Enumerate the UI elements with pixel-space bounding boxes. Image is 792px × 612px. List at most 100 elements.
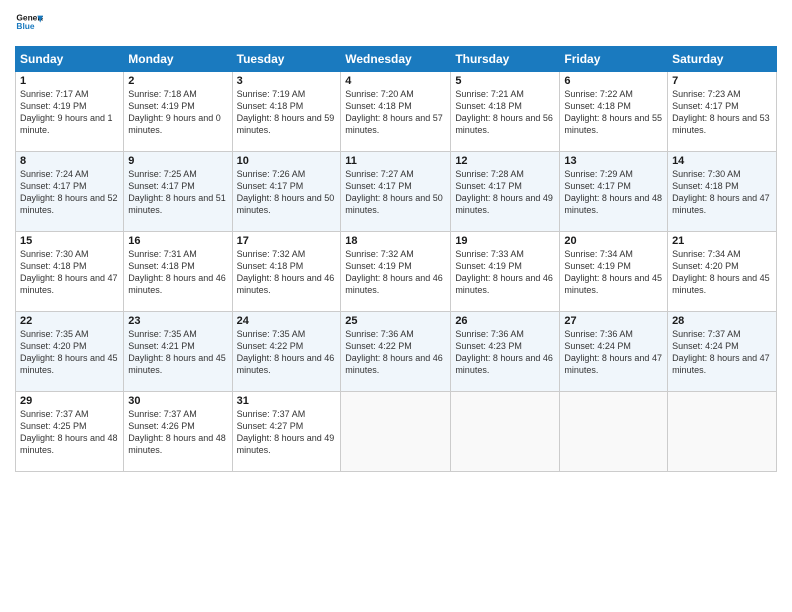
calendar-cell: 29Sunrise: 7:37 AMSunset: 4:25 PMDayligh… (16, 392, 124, 472)
calendar-cell: 28Sunrise: 7:37 AMSunset: 4:24 PMDayligh… (668, 312, 777, 392)
calendar-cell: 22Sunrise: 7:35 AMSunset: 4:20 PMDayligh… (16, 312, 124, 392)
calendar-cell: 25Sunrise: 7:36 AMSunset: 4:22 PMDayligh… (341, 312, 451, 392)
calendar-cell: 21Sunrise: 7:34 AMSunset: 4:20 PMDayligh… (668, 232, 777, 312)
day-number: 7 (672, 75, 772, 87)
day-info: Sunrise: 7:37 AMSunset: 4:26 PMDaylight:… (128, 408, 227, 457)
day-number: 30 (128, 395, 227, 407)
calendar-cell: 30Sunrise: 7:37 AMSunset: 4:26 PMDayligh… (124, 392, 232, 472)
day-info: Sunrise: 7:19 AMSunset: 4:18 PMDaylight:… (237, 88, 337, 137)
day-number: 9 (128, 155, 227, 167)
weekday-header-friday: Friday (560, 47, 668, 72)
day-info: Sunrise: 7:35 AMSunset: 4:21 PMDaylight:… (128, 328, 227, 377)
calendar-cell: 5Sunrise: 7:21 AMSunset: 4:18 PMDaylight… (451, 72, 560, 152)
logo-icon: GeneralBlue (15, 10, 43, 38)
day-number: 8 (20, 155, 119, 167)
weekday-header-monday: Monday (124, 47, 232, 72)
calendar-cell: 9Sunrise: 7:25 AMSunset: 4:17 PMDaylight… (124, 152, 232, 232)
day-info: Sunrise: 7:34 AMSunset: 4:19 PMDaylight:… (564, 248, 663, 297)
day-number: 19 (455, 235, 555, 247)
day-number: 16 (128, 235, 227, 247)
day-number: 2 (128, 75, 227, 87)
day-info: Sunrise: 7:35 AMSunset: 4:20 PMDaylight:… (20, 328, 119, 377)
calendar-week-4: 22Sunrise: 7:35 AMSunset: 4:20 PMDayligh… (16, 312, 777, 392)
day-number: 24 (237, 315, 337, 327)
day-number: 6 (564, 75, 663, 87)
svg-text:Blue: Blue (16, 21, 34, 31)
calendar-cell: 19Sunrise: 7:33 AMSunset: 4:19 PMDayligh… (451, 232, 560, 312)
day-number: 4 (345, 75, 446, 87)
day-number: 5 (455, 75, 555, 87)
day-info: Sunrise: 7:26 AMSunset: 4:17 PMDaylight:… (237, 168, 337, 217)
calendar-cell: 8Sunrise: 7:24 AMSunset: 4:17 PMDaylight… (16, 152, 124, 232)
calendar-cell: 26Sunrise: 7:36 AMSunset: 4:23 PMDayligh… (451, 312, 560, 392)
day-info: Sunrise: 7:31 AMSunset: 4:18 PMDaylight:… (128, 248, 227, 297)
page-container: GeneralBlue SundayMondayTuesdayWednesday… (0, 0, 792, 482)
weekday-header-saturday: Saturday (668, 47, 777, 72)
calendar-cell: 15Sunrise: 7:30 AMSunset: 4:18 PMDayligh… (16, 232, 124, 312)
day-info: Sunrise: 7:36 AMSunset: 4:23 PMDaylight:… (455, 328, 555, 377)
calendar-cell: 16Sunrise: 7:31 AMSunset: 4:18 PMDayligh… (124, 232, 232, 312)
day-info: Sunrise: 7:23 AMSunset: 4:17 PMDaylight:… (672, 88, 772, 137)
day-info: Sunrise: 7:36 AMSunset: 4:22 PMDaylight:… (345, 328, 446, 377)
calendar-cell: 6Sunrise: 7:22 AMSunset: 4:18 PMDaylight… (560, 72, 668, 152)
day-info: Sunrise: 7:27 AMSunset: 4:17 PMDaylight:… (345, 168, 446, 217)
day-number: 12 (455, 155, 555, 167)
day-info: Sunrise: 7:29 AMSunset: 4:17 PMDaylight:… (564, 168, 663, 217)
day-info: Sunrise: 7:37 AMSunset: 4:25 PMDaylight:… (20, 408, 119, 457)
day-info: Sunrise: 7:36 AMSunset: 4:24 PMDaylight:… (564, 328, 663, 377)
header: GeneralBlue (15, 10, 777, 38)
calendar-cell (451, 392, 560, 472)
calendar-week-2: 8Sunrise: 7:24 AMSunset: 4:17 PMDaylight… (16, 152, 777, 232)
day-number: 10 (237, 155, 337, 167)
calendar-cell: 10Sunrise: 7:26 AMSunset: 4:17 PMDayligh… (232, 152, 341, 232)
day-number: 26 (455, 315, 555, 327)
day-info: Sunrise: 7:18 AMSunset: 4:19 PMDaylight:… (128, 88, 227, 137)
day-info: Sunrise: 7:34 AMSunset: 4:20 PMDaylight:… (672, 248, 772, 297)
calendar-cell (560, 392, 668, 472)
calendar-cell: 12Sunrise: 7:28 AMSunset: 4:17 PMDayligh… (451, 152, 560, 232)
calendar-cell: 31Sunrise: 7:37 AMSunset: 4:27 PMDayligh… (232, 392, 341, 472)
day-number: 28 (672, 315, 772, 327)
calendar-cell: 23Sunrise: 7:35 AMSunset: 4:21 PMDayligh… (124, 312, 232, 392)
calendar-cell: 17Sunrise: 7:32 AMSunset: 4:18 PMDayligh… (232, 232, 341, 312)
calendar-cell: 13Sunrise: 7:29 AMSunset: 4:17 PMDayligh… (560, 152, 668, 232)
calendar-week-1: 1Sunrise: 7:17 AMSunset: 4:19 PMDaylight… (16, 72, 777, 152)
day-number: 15 (20, 235, 119, 247)
day-number: 14 (672, 155, 772, 167)
day-info: Sunrise: 7:20 AMSunset: 4:18 PMDaylight:… (345, 88, 446, 137)
day-number: 23 (128, 315, 227, 327)
logo: GeneralBlue (15, 10, 43, 38)
day-info: Sunrise: 7:22 AMSunset: 4:18 PMDaylight:… (564, 88, 663, 137)
calendar-cell: 20Sunrise: 7:34 AMSunset: 4:19 PMDayligh… (560, 232, 668, 312)
day-info: Sunrise: 7:32 AMSunset: 4:19 PMDaylight:… (345, 248, 446, 297)
calendar-week-3: 15Sunrise: 7:30 AMSunset: 4:18 PMDayligh… (16, 232, 777, 312)
day-info: Sunrise: 7:28 AMSunset: 4:17 PMDaylight:… (455, 168, 555, 217)
day-number: 31 (237, 395, 337, 407)
day-info: Sunrise: 7:35 AMSunset: 4:22 PMDaylight:… (237, 328, 337, 377)
calendar-cell (341, 392, 451, 472)
day-info: Sunrise: 7:37 AMSunset: 4:24 PMDaylight:… (672, 328, 772, 377)
day-info: Sunrise: 7:32 AMSunset: 4:18 PMDaylight:… (237, 248, 337, 297)
calendar-cell (668, 392, 777, 472)
weekday-header-row: SundayMondayTuesdayWednesdayThursdayFrid… (16, 47, 777, 72)
calendar-cell: 14Sunrise: 7:30 AMSunset: 4:18 PMDayligh… (668, 152, 777, 232)
day-info: Sunrise: 7:21 AMSunset: 4:18 PMDaylight:… (455, 88, 555, 137)
day-info: Sunrise: 7:24 AMSunset: 4:17 PMDaylight:… (20, 168, 119, 217)
calendar-cell: 11Sunrise: 7:27 AMSunset: 4:17 PMDayligh… (341, 152, 451, 232)
calendar-cell: 2Sunrise: 7:18 AMSunset: 4:19 PMDaylight… (124, 72, 232, 152)
day-number: 29 (20, 395, 119, 407)
weekday-header-sunday: Sunday (16, 47, 124, 72)
day-number: 25 (345, 315, 446, 327)
day-number: 27 (564, 315, 663, 327)
day-info: Sunrise: 7:25 AMSunset: 4:17 PMDaylight:… (128, 168, 227, 217)
day-info: Sunrise: 7:17 AMSunset: 4:19 PMDaylight:… (20, 88, 119, 137)
calendar-cell: 24Sunrise: 7:35 AMSunset: 4:22 PMDayligh… (232, 312, 341, 392)
day-number: 13 (564, 155, 663, 167)
day-number: 20 (564, 235, 663, 247)
calendar-cell: 1Sunrise: 7:17 AMSunset: 4:19 PMDaylight… (16, 72, 124, 152)
calendar-cell: 27Sunrise: 7:36 AMSunset: 4:24 PMDayligh… (560, 312, 668, 392)
day-number: 17 (237, 235, 337, 247)
calendar-cell: 7Sunrise: 7:23 AMSunset: 4:17 PMDaylight… (668, 72, 777, 152)
day-info: Sunrise: 7:30 AMSunset: 4:18 PMDaylight:… (20, 248, 119, 297)
weekday-header-wednesday: Wednesday (341, 47, 451, 72)
